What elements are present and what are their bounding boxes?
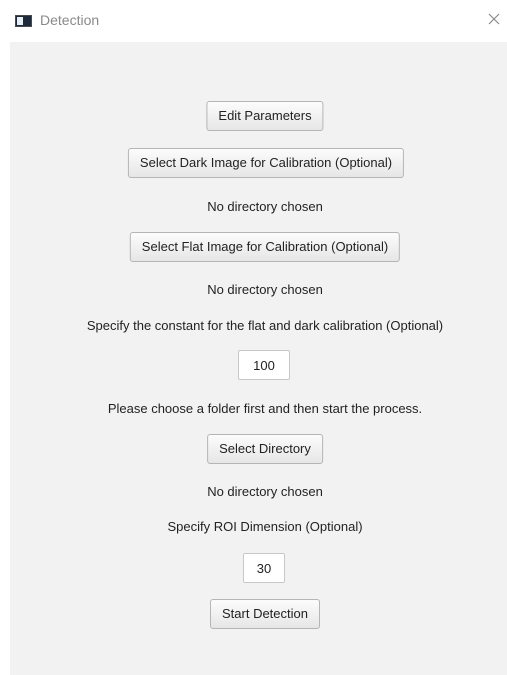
directory-status: No directory chosen [207,484,323,499]
app-window-icon [15,15,32,27]
select-directory-button[interactable]: Select Directory [207,434,323,464]
dark-image-status: No directory chosen [207,199,323,214]
roi-dimension-prompt: Specify ROI Dimension (Optional) [167,519,363,534]
calibration-constant-input[interactable] [238,350,290,380]
start-detection-button[interactable]: Start Detection [210,599,320,629]
folder-prompt: Please choose a folder first and then st… [107,401,423,416]
edit-parameters-button[interactable]: Edit Parameters [206,101,324,131]
detection-window: Detection Edit Parameters Select Dark Im… [0,0,507,675]
title-bar[interactable]: Detection [0,0,507,42]
calibration-constant-prompt: Specify the constant for the flat and da… [86,318,444,333]
flat-image-status: No directory chosen [207,282,323,297]
select-flat-image-button[interactable]: Select Flat Image for Calibration (Optio… [129,232,401,262]
select-dark-image-button[interactable]: Select Dark Image for Calibration (Optio… [127,148,405,178]
window-title: Detection [40,12,100,28]
roi-dimension-input[interactable] [243,553,285,583]
close-icon[interactable] [487,12,501,26]
detection-panel: Edit Parameters Select Dark Image for Ca… [10,42,507,675]
